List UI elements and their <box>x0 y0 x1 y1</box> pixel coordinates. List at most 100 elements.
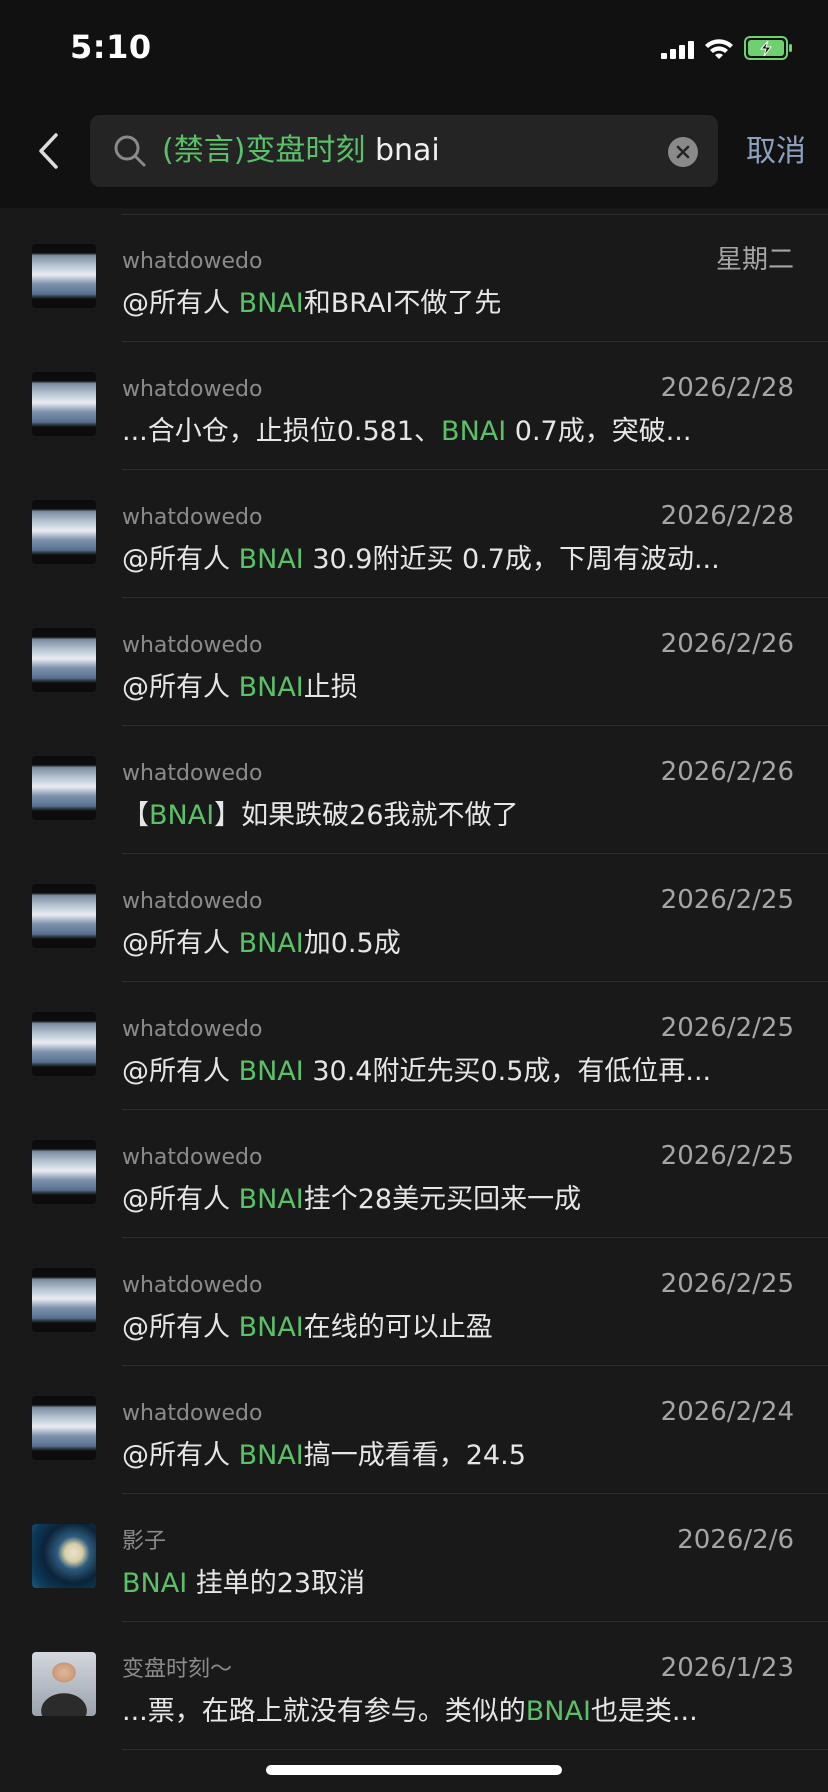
sender-name: whatdowedo <box>122 1273 263 1298</box>
message-date: 2026/2/25 <box>660 1141 794 1171</box>
message-text: @所有人 <box>122 1440 239 1471</box>
search-result-row[interactable]: whatdowedo 2026/2/26 @所有人 BNAI止损 <box>0 598 828 726</box>
message-text: @所有人 <box>122 1056 239 1087</box>
keyword-highlight: BNAI <box>149 800 215 831</box>
battery-charging-icon <box>744 36 794 64</box>
avatar <box>32 1140 96 1204</box>
avatar <box>32 1268 96 1332</box>
keyword-highlight: BNAI <box>238 1056 304 1087</box>
message-snippet: BNAI 挂单的23取消 <box>122 1566 788 1602</box>
message-text: @所有人 <box>122 1184 239 1215</box>
search-result-row[interactable]: 影子 2026/2/6 BNAI 挂单的23取消 <box>0 1494 828 1622</box>
message-snippet: @所有人 BNAI 30.9附近买 0.7成，下周有波动... <box>122 542 788 578</box>
search-result-row[interactable]: whatdowedo 2026/2/28 @所有人 BNAI 30.9附近买 0.7… <box>0 470 828 598</box>
avatar <box>32 756 96 820</box>
message-date: 2026/2/26 <box>660 757 794 787</box>
avatar <box>32 244 96 308</box>
message-text: 0.7成，突破... <box>506 416 692 447</box>
keyword-highlight: BNAI <box>525 1696 591 1727</box>
clear-icon[interactable] <box>668 137 698 167</box>
message-date: 2026/2/25 <box>660 885 794 915</box>
message-date: 2026/2/25 <box>660 1269 794 1299</box>
message-text: @所有人 <box>122 544 239 575</box>
keyword-highlight: BNAI <box>238 544 304 575</box>
search-result-row[interactable]: whatdowedo 2026/2/25 @所有人 BNAI 30.4附近先买0.5… <box>0 982 828 1110</box>
search-result-row[interactable]: whatdowedo 2026/2/24 @所有人 BNAI搞一成看看，24.5 <box>0 1366 828 1494</box>
message-text: 搞一成看看，24.5 <box>303 1440 526 1471</box>
search-input[interactable]: (禁言)变盘时刻 bnai <box>90 115 718 187</box>
sender-name: whatdowedo <box>122 1017 263 1042</box>
keyword-highlight: BNAI <box>238 1184 304 1215</box>
message-snippet: @所有人 BNAI加0.5成 <box>122 926 788 962</box>
sender-name: whatdowedo <box>122 1145 263 1170</box>
search-results-screen: 5:10 (禁言)变盘时刻 bnai 取消 whatdowedo 星期二 @所有… <box>0 0 828 1792</box>
sender-name: whatdowedo <box>122 1401 263 1426</box>
keyword-highlight: BNAI <box>238 1440 304 1471</box>
avatar <box>32 1652 96 1716</box>
message-text: @所有人 <box>122 672 239 703</box>
message-text: 和BRAI不做了先 <box>303 288 502 319</box>
keyword-highlight: BNAI <box>238 1312 304 1343</box>
search-query: (禁言)变盘时刻 bnai <box>162 131 440 171</box>
back-chevron-icon <box>39 133 58 169</box>
sender-name: whatdowedo <box>122 249 263 274</box>
sender-name: 变盘时刻～ <box>122 1657 233 1682</box>
sender-name: 影子 <box>122 1529 167 1554</box>
message-snippet: @所有人 BNAI和BRAI不做了先 <box>122 286 788 322</box>
back-button[interactable] <box>28 126 68 176</box>
message-text: 也是类... <box>590 1696 698 1727</box>
home-indicator[interactable] <box>266 1765 562 1775</box>
avatar <box>32 1396 96 1460</box>
avatar <box>32 1012 96 1076</box>
keyword-highlight: BNAI <box>122 1568 188 1599</box>
message-date: 2026/2/26 <box>660 629 794 659</box>
search-keyword: bnai <box>365 133 440 168</box>
search-results-list: whatdowedo 星期二 @所有人 BNAI和BRAI不做了先 whatdowed… <box>0 214 828 1750</box>
message-text: ...合小仓，止损位0.581、 <box>122 416 442 447</box>
keyword-highlight: BNAI <box>238 288 304 319</box>
message-date: 2026/1/23 <box>660 1653 794 1683</box>
message-date: 2026/2/28 <box>660 501 794 531</box>
message-text: 】如果跌破26我就不做了 <box>214 800 519 831</box>
avatar <box>32 628 96 692</box>
message-text: 止损 <box>303 672 358 703</box>
search-result-row[interactable]: whatdowedo 2026/2/26 【BNAI】如果跌破26我就不做了 <box>0 726 828 854</box>
wifi-icon <box>704 39 734 61</box>
message-date: 2026/2/25 <box>660 1013 794 1043</box>
message-text: 30.9附近买 0.7成，下周有波动... <box>303 544 720 575</box>
avatar <box>32 500 96 564</box>
search-result-row[interactable]: whatdowedo 2026/2/25 @所有人 BNAI在线的可以止盈 <box>0 1238 828 1366</box>
avatar <box>32 372 96 436</box>
search-result-row[interactable]: whatdowedo 2026/2/25 @所有人 BNAI加0.5成 <box>0 854 828 982</box>
search-result-row[interactable]: whatdowedo 2026/2/25 @所有人 BNAI挂个28美元买回来一成 <box>0 1110 828 1238</box>
keyword-highlight: BNAI <box>441 416 507 447</box>
cellular-signal-icon <box>661 41 694 59</box>
message-text: 在线的可以止盈 <box>303 1312 493 1343</box>
message-snippet: ...合小仓，止损位0.581、BNAI 0.7成，突破... <box>122 414 788 450</box>
message-text: 【 <box>122 800 149 831</box>
search-result-row[interactable]: whatdowedo 星期二 @所有人 BNAI和BRAI不做了先 <box>0 214 828 342</box>
sender-name: whatdowedo <box>122 505 263 530</box>
message-snippet: 【BNAI】如果跌破26我就不做了 <box>122 798 788 834</box>
search-result-row[interactable]: 变盘时刻～ 2026/1/23 ...票，在路上就没有参与。类似的BNAI也是类..… <box>0 1622 828 1750</box>
avatar <box>32 884 96 948</box>
search-header: (禁言)变盘时刻 bnai 取消 <box>0 100 828 208</box>
message-snippet: @所有人 BNAI挂个28美元买回来一成 <box>122 1182 788 1218</box>
message-snippet: ...票，在路上就没有参与。类似的BNAI也是类... <box>122 1694 788 1730</box>
message-snippet: @所有人 BNAI止损 <box>122 670 788 706</box>
cancel-button[interactable]: 取消 <box>746 132 806 172</box>
sender-name: whatdowedo <box>122 377 263 402</box>
search-chat-tag: (禁言)变盘时刻 <box>162 133 366 168</box>
message-date: 2026/2/28 <box>660 373 794 403</box>
clear-x-icon <box>676 145 690 159</box>
message-text: 加0.5成 <box>303 928 401 959</box>
sender-name: whatdowedo <box>122 761 263 786</box>
search-result-row[interactable]: whatdowedo 2026/2/28 ...合小仓，止损位0.581、BNAI … <box>0 342 828 470</box>
message-text: 挂个28美元买回来一成 <box>303 1184 582 1215</box>
message-snippet: @所有人 BNAI在线的可以止盈 <box>122 1310 788 1346</box>
message-text: 30.4附近先买0.5成，有低位再... <box>303 1056 712 1087</box>
message-text: 挂单的23取消 <box>187 1568 366 1599</box>
avatar <box>32 1524 96 1588</box>
status-icons <box>661 36 794 64</box>
keyword-highlight: BNAI <box>238 928 304 959</box>
